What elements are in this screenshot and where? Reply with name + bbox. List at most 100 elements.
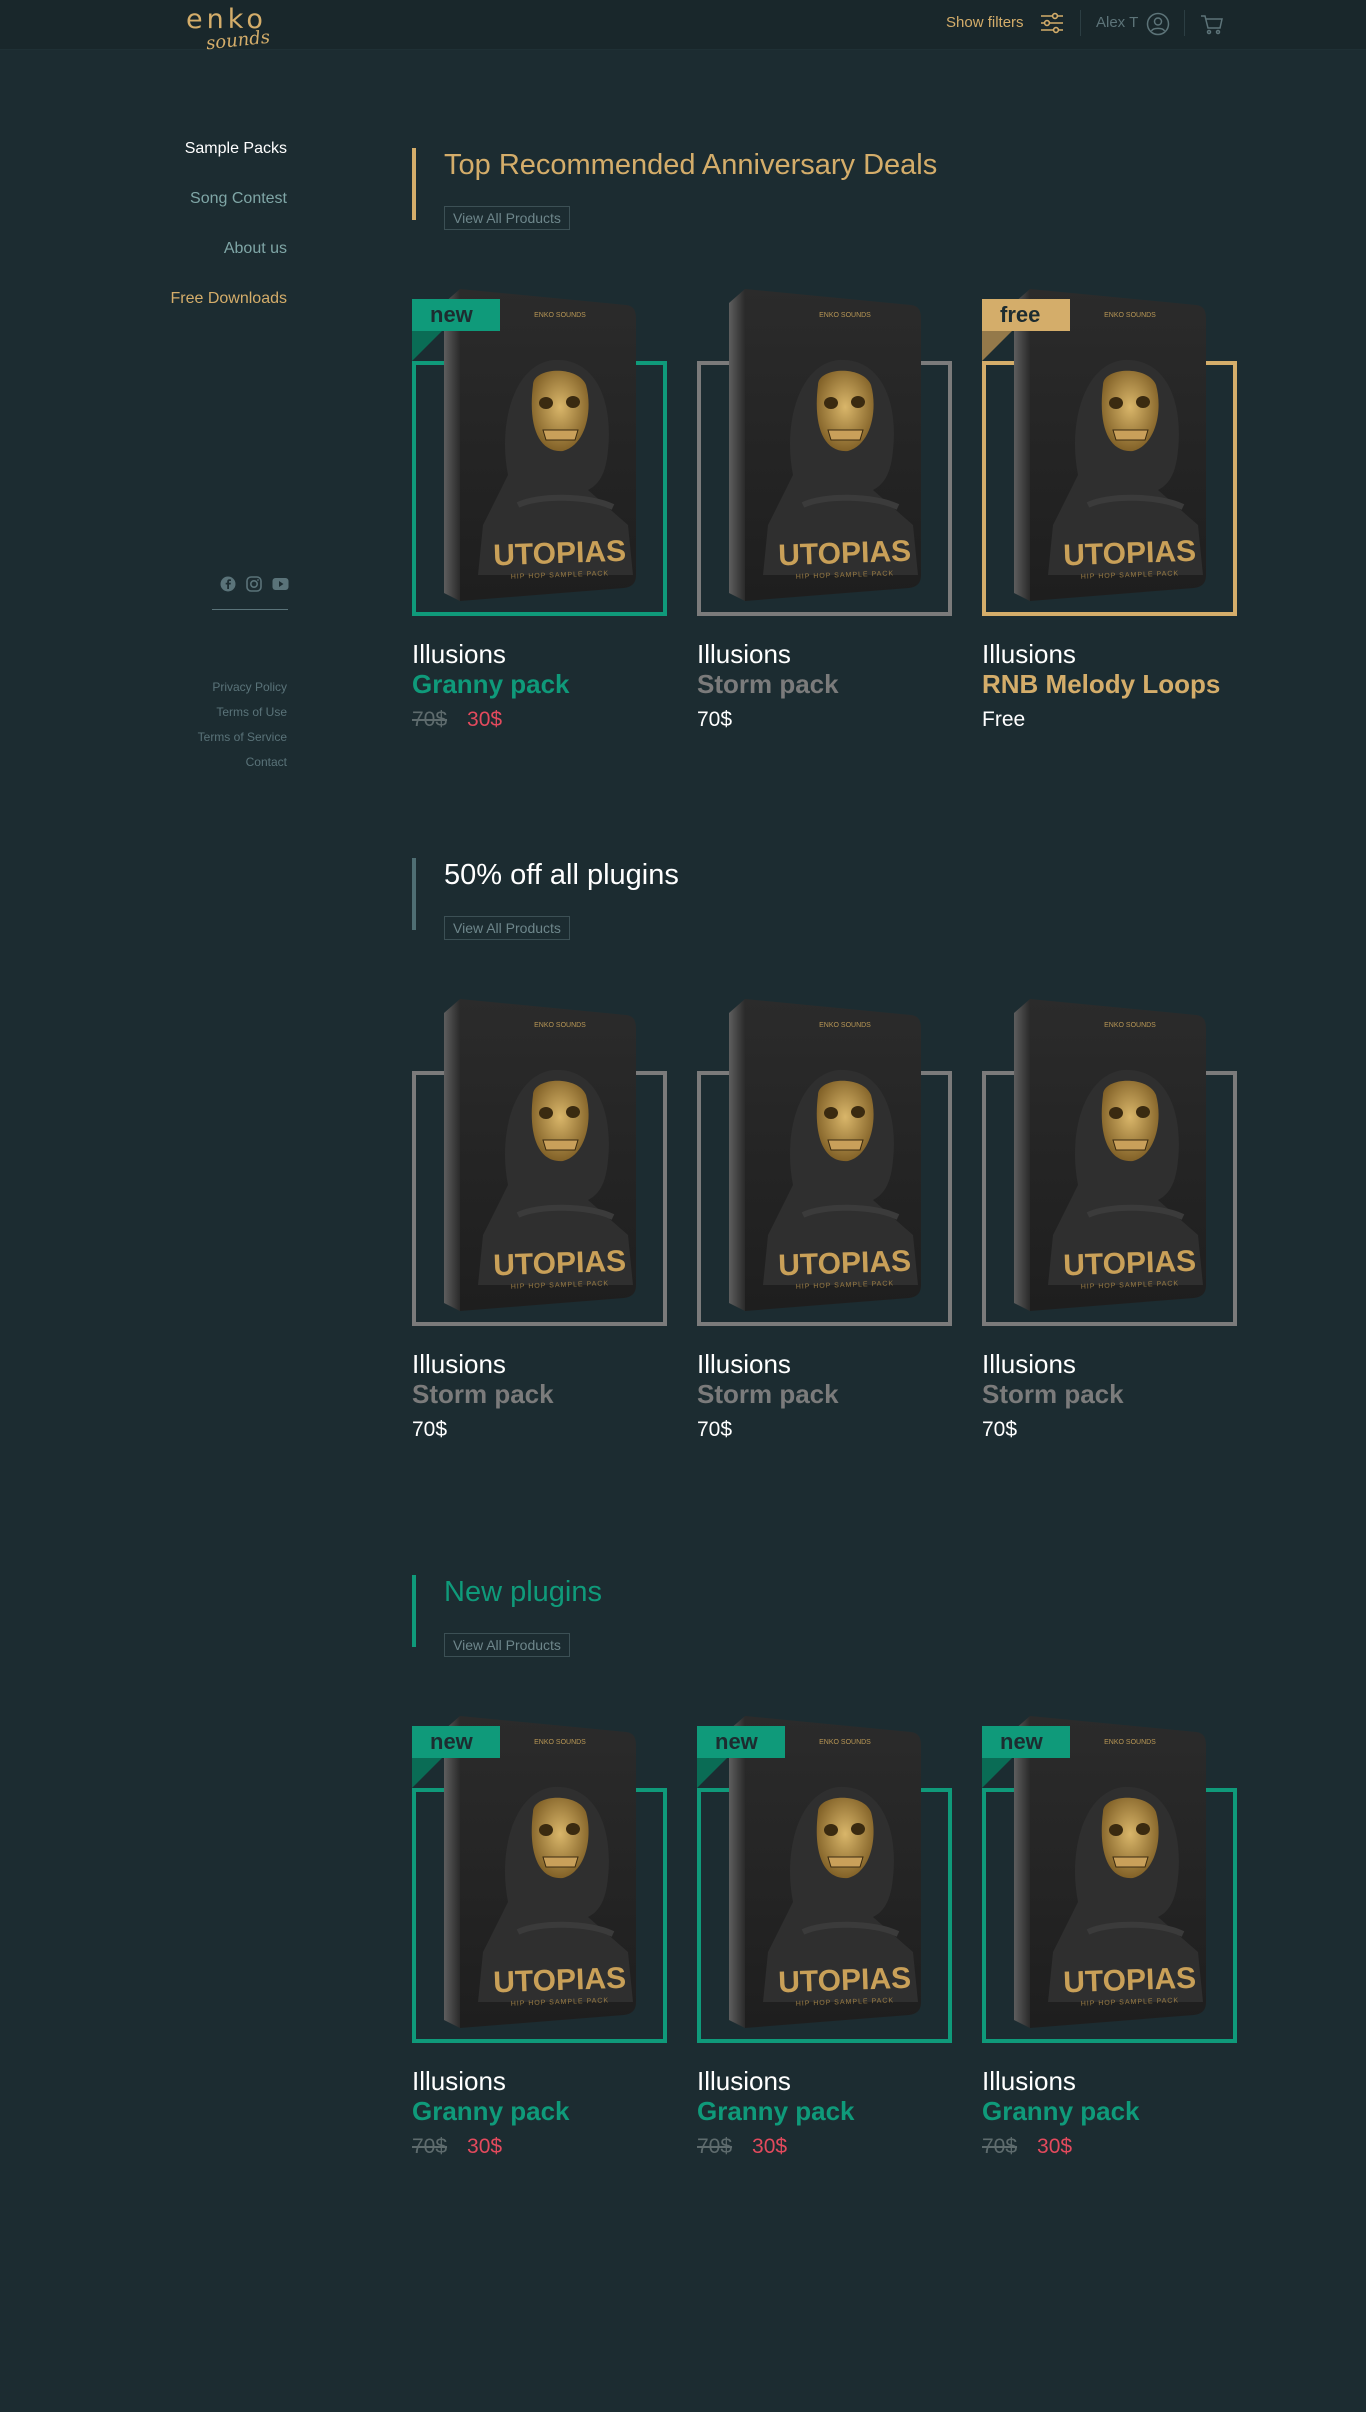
privacy-policy-link[interactable]: Privacy Policy: [100, 680, 287, 705]
product-price: 70$: [697, 708, 732, 732]
product-card[interactable]: ENKO SOUNDS UTOPIAS HIP HOP SAMPLE PACK …: [412, 1702, 670, 2182]
box-brand-text: ENKO SOUNDS: [534, 312, 586, 319]
box-title-text: UTOPIAS: [493, 1962, 627, 2000]
product-name[interactable]: Granny pack: [412, 669, 570, 700]
side-nav: Sample Packs Song Contest About us Free …: [100, 140, 288, 340]
price: 70$: [697, 708, 733, 731]
contact-link[interactable]: Contact: [100, 755, 287, 780]
box-title-text: UTOPIAS: [1063, 535, 1197, 573]
product-name[interactable]: Granny pack: [697, 2096, 855, 2127]
product-box-art[interactable]: ENKO SOUNDS UTOPIAS HIP HOP SAMPLE PACK: [723, 985, 923, 1315]
product-brand: Illusions: [412, 2066, 506, 2096]
section-title: Top Recommended Anniversary Deals: [444, 149, 938, 181]
sale-price: 30$: [467, 2135, 503, 2158]
header-divider: [1080, 10, 1081, 36]
product-card[interactable]: ENKO SOUNDS UTOPIAS HIP HOP SAMPLE PACK …: [982, 1702, 1240, 2182]
product-price: Free: [982, 708, 1025, 732]
box-title-text: UTOPIAS: [493, 1245, 627, 1283]
footer-links: Privacy Policy Terms of Use Terms of Ser…: [100, 680, 287, 780]
product-box-art[interactable]: ENKO SOUNDS UTOPIAS HIP HOP SAMPLE PACK: [723, 275, 923, 605]
user-name[interactable]: Alex T: [1096, 14, 1138, 31]
old-price: 70$: [982, 2135, 1018, 2158]
product-price: 70$ 30$: [412, 2135, 502, 2159]
section-header: 50% off all plugins View All Products: [412, 858, 679, 940]
product-name[interactable]: Granny pack: [982, 2096, 1140, 2127]
new-badge: new: [412, 1726, 500, 1758]
social-links: [220, 574, 290, 594]
product-card[interactable]: ENKO SOUNDS UTOPIAS HIP HOP SAMPLE PACK …: [697, 985, 955, 1465]
badge-fold: [412, 331, 442, 361]
box-title-text: UTOPIAS: [1063, 1962, 1197, 2000]
box-title-text: UTOPIAS: [778, 1962, 912, 2000]
section-title: 50% off all plugins: [444, 859, 679, 891]
nav-free-downloads[interactable]: Free Downloads: [100, 290, 288, 310]
product-brand: Illusions: [697, 2066, 791, 2096]
product-price: 70$ 30$: [412, 708, 502, 732]
product-name[interactable]: Storm pack: [412, 1379, 554, 1410]
product-price: 70$ 30$: [982, 2135, 1072, 2159]
product-name[interactable]: Storm pack: [982, 1379, 1124, 1410]
facebook-icon[interactable]: [220, 576, 236, 592]
nav-about-us[interactable]: About us: [100, 240, 287, 260]
view-all-products-button[interactable]: View All Products: [444, 206, 570, 230]
new-badge: new: [697, 1726, 785, 1758]
divider: [212, 609, 288, 610]
sale-price: 30$: [752, 2135, 788, 2158]
price: 70$: [982, 1418, 1018, 1441]
logo[interactable]: enko sounds: [186, 4, 296, 54]
badge-fold: [982, 1758, 1012, 1788]
instagram-icon[interactable]: [246, 576, 262, 592]
product-brand: Illusions: [412, 1349, 506, 1379]
product-name[interactable]: RNB Melody Loops: [982, 669, 1220, 700]
badge-fold: [697, 1758, 727, 1788]
cart-icon[interactable]: [1200, 13, 1224, 35]
youtube-icon[interactable]: [272, 576, 289, 592]
box-brand-text: ENKO SOUNDS: [1104, 312, 1156, 319]
box-brand-text: ENKO SOUNDS: [1104, 1739, 1156, 1746]
view-all-products-button[interactable]: View All Products: [444, 1633, 570, 1657]
product-card[interactable]: ENKO SOUNDS UTOPIAS HIP HOP SAMPLE PACK …: [697, 1702, 955, 2182]
product-brand: Illusions: [412, 639, 506, 669]
badge-fold: [412, 1758, 442, 1788]
box-brand-text: ENKO SOUNDS: [1104, 1022, 1156, 1029]
filters-icon[interactable]: [1040, 12, 1064, 34]
product-brand: Illusions: [982, 639, 1076, 669]
price: Free: [982, 708, 1026, 731]
product-brand: Illusions: [982, 2066, 1076, 2096]
section-title: New plugins: [444, 1576, 602, 1608]
product-card[interactable]: ENKO SOUNDS UTOPIAS HIP HOP SAMPLE PACK …: [412, 275, 670, 755]
terms-of-service-link[interactable]: Terms of Service: [100, 730, 287, 755]
show-filters-button[interactable]: Show filters: [946, 14, 1024, 31]
product-card[interactable]: ENKO SOUNDS UTOPIAS HIP HOP SAMPLE PACK …: [697, 275, 955, 755]
price: 70$: [697, 1418, 733, 1441]
product-name[interactable]: Storm pack: [697, 669, 839, 700]
logo-mark: enko: [186, 4, 267, 35]
product-box-art[interactable]: ENKO SOUNDS UTOPIAS HIP HOP SAMPLE PACK: [1008, 985, 1208, 1315]
product-card[interactable]: ENKO SOUNDS UTOPIAS HIP HOP SAMPLE PACK …: [412, 985, 670, 1465]
product-card[interactable]: ENKO SOUNDS UTOPIAS HIP HOP SAMPLE PACK …: [982, 275, 1240, 755]
sale-price: 30$: [1037, 2135, 1073, 2158]
user-icon[interactable]: [1146, 12, 1170, 36]
nav-sample-packs[interactable]: Sample Packs: [100, 140, 287, 160]
box-brand-text: ENKO SOUNDS: [819, 312, 871, 319]
old-price: 70$: [412, 2135, 448, 2158]
view-all-products-button[interactable]: View All Products: [444, 916, 570, 940]
box-title-text: UTOPIAS: [493, 535, 627, 573]
box-title-text: UTOPIAS: [1063, 1245, 1197, 1283]
terms-of-use-link[interactable]: Terms of Use: [100, 705, 287, 730]
old-price: 70$: [697, 2135, 733, 2158]
product-brand: Illusions: [982, 1349, 1076, 1379]
box-brand-text: ENKO SOUNDS: [534, 1022, 586, 1029]
section-header: Top Recommended Anniversary Deals View Al…: [412, 148, 938, 230]
sale-price: 30$: [467, 708, 503, 731]
box-title-text: UTOPIAS: [778, 1245, 912, 1283]
free-badge: free: [982, 299, 1070, 331]
product-price: 70$: [412, 1418, 447, 1442]
product-card[interactable]: ENKO SOUNDS UTOPIAS HIP HOP SAMPLE PACK …: [982, 985, 1240, 1465]
nav-song-contest[interactable]: Song Contest: [100, 190, 287, 210]
product-box-art[interactable]: ENKO SOUNDS UTOPIAS HIP HOP SAMPLE PACK: [438, 985, 638, 1315]
product-name[interactable]: Granny pack: [412, 2096, 570, 2127]
section-header: New plugins View All Products: [412, 1575, 602, 1657]
header-divider: [1184, 10, 1185, 36]
product-name[interactable]: Storm pack: [697, 1379, 839, 1410]
